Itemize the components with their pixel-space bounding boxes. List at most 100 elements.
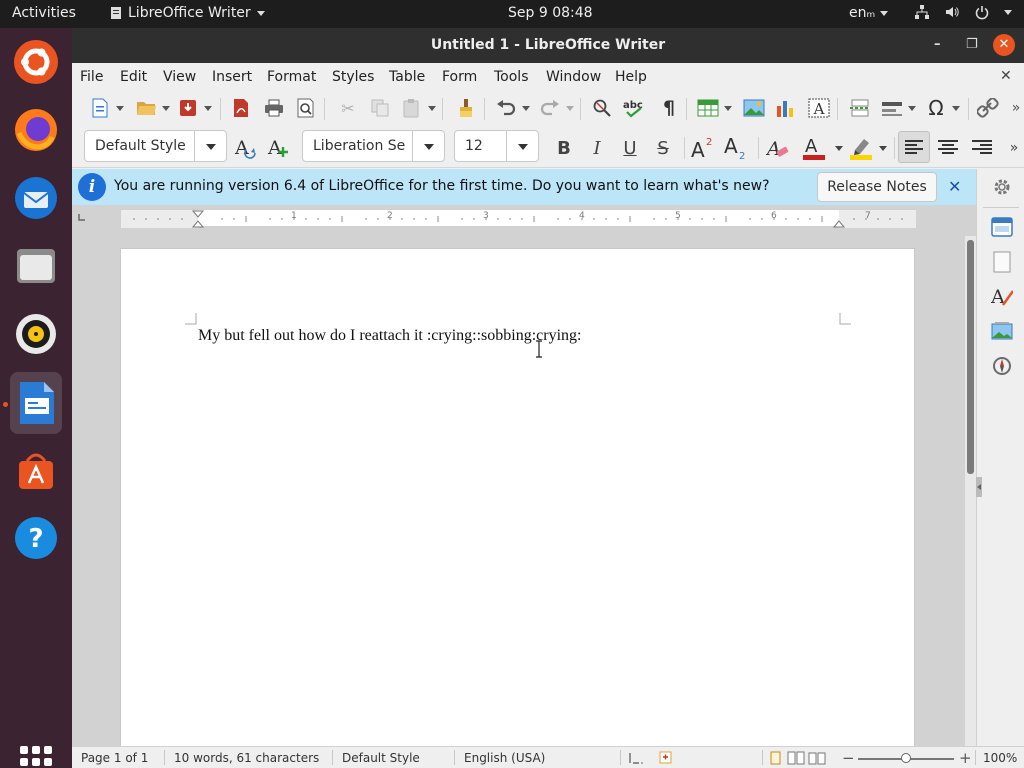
- open-folder-icon[interactable]: [134, 97, 170, 119]
- chevron-down-icon[interactable]: [879, 146, 887, 151]
- spelling-icon[interactable]: abc: [623, 97, 647, 119]
- sidebar-settings-icon[interactable]: [991, 176, 1013, 198]
- clone-formatting-icon[interactable]: [454, 97, 478, 119]
- keyboard-layout-indicator[interactable]: enₘ: [849, 5, 888, 21]
- redo-icon[interactable]: [538, 97, 574, 119]
- chevron-down-icon[interactable]: [412, 131, 444, 161]
- zoom-out-icon[interactable]: −: [842, 749, 855, 767]
- zoom-level[interactable]: 100%: [983, 751, 1017, 765]
- book-view-icon[interactable]: [808, 751, 826, 765]
- chevron-down-icon[interactable]: [194, 131, 226, 161]
- insert-mode-icon[interactable]: [628, 751, 646, 765]
- more-options-icon[interactable]: »: [1002, 136, 1024, 160]
- insert-field-icon[interactable]: [880, 97, 916, 119]
- menu-help[interactable]: Help: [615, 69, 647, 85]
- cut-icon[interactable]: ✂: [336, 97, 360, 119]
- italic-icon[interactable]: I: [585, 136, 609, 160]
- document-page[interactable]: My but fell out how do I reattach it :cr…: [120, 248, 915, 768]
- underline-icon[interactable]: U: [618, 136, 642, 160]
- save-icon[interactable]: [176, 97, 212, 119]
- undo-icon[interactable]: [494, 97, 530, 119]
- files-icon[interactable]: [10, 240, 62, 292]
- align-left-button[interactable]: [898, 131, 930, 163]
- zoom-in-icon[interactable]: +: [959, 749, 972, 767]
- more-options-icon[interactable]: »: [1004, 97, 1024, 119]
- font-color-icon[interactable]: A: [802, 136, 826, 160]
- align-center-icon[interactable]: [936, 136, 960, 160]
- highlight-color-icon[interactable]: [849, 136, 873, 160]
- new-style-icon[interactable]: A: [266, 136, 290, 160]
- scrollbar-thumb[interactable]: [967, 240, 974, 474]
- menu-view[interactable]: View: [163, 69, 196, 85]
- zoom-slider-knob[interactable]: [901, 753, 911, 763]
- multi-page-view-icon[interactable]: [787, 751, 805, 765]
- strikethrough-icon[interactable]: S: [651, 136, 675, 160]
- show-applications-icon[interactable]: [20, 746, 52, 768]
- page-count[interactable]: Page 1 of 1: [81, 751, 148, 765]
- release-notes-button[interactable]: Release Notes: [817, 172, 937, 202]
- bold-icon[interactable]: B: [552, 136, 576, 160]
- navigator-icon[interactable]: [991, 355, 1013, 377]
- thunderbird-icon[interactable]: [10, 172, 62, 224]
- menu-tools[interactable]: Tools: [494, 69, 529, 85]
- writer-icon[interactable]: [10, 372, 62, 434]
- export-pdf-icon[interactable]: [229, 97, 253, 119]
- single-page-view-icon[interactable]: [769, 751, 783, 765]
- insert-table-icon[interactable]: [696, 97, 732, 119]
- help-icon[interactable]: ?: [10, 512, 62, 564]
- properties-icon[interactable]: [991, 216, 1013, 238]
- align-right-icon[interactable]: [970, 136, 994, 160]
- app-menu[interactable]: LibreOffice Writer: [110, 5, 265, 21]
- vertical-scrollbar[interactable]: [965, 236, 976, 746]
- firefox-icon[interactable]: [10, 104, 62, 156]
- horizontal-ruler[interactable]: 1 2 3 4 5 6 7: [120, 209, 916, 228]
- software-center-icon[interactable]: [10, 444, 62, 496]
- chevron-down-icon[interactable]: [835, 146, 843, 151]
- rhythmbox-icon[interactable]: [10, 308, 62, 360]
- new-document-icon[interactable]: [88, 97, 124, 119]
- ubuntu-logo-icon[interactable]: [10, 36, 62, 88]
- font-size-combo[interactable]: 12: [454, 130, 539, 162]
- page-icon[interactable]: [991, 251, 1013, 273]
- paste-icon[interactable]: [400, 97, 436, 119]
- superscript-icon[interactable]: A2: [691, 136, 715, 160]
- menu-styles[interactable]: Styles: [332, 69, 374, 85]
- menu-form[interactable]: Form: [442, 69, 477, 85]
- copy-icon[interactable]: [368, 97, 392, 119]
- styles-icon[interactable]: A: [991, 285, 1013, 307]
- clock[interactable]: Sep 9 08:48: [508, 5, 593, 21]
- gallery-icon[interactable]: [991, 320, 1013, 342]
- system-tray[interactable]: [914, 4, 1012, 20]
- update-style-icon[interactable]: A: [233, 136, 257, 160]
- insert-page-break-icon[interactable]: [848, 97, 872, 119]
- menu-window[interactable]: Window: [546, 69, 601, 85]
- insert-special-character-icon[interactable]: Ω: [924, 96, 960, 120]
- insert-image-icon[interactable]: [742, 97, 766, 119]
- page-style[interactable]: Default Style: [342, 751, 420, 765]
- menu-file[interactable]: File: [80, 69, 103, 85]
- menu-format[interactable]: Format: [267, 69, 316, 85]
- font-name-combo[interactable]: Liberation Se: [302, 130, 445, 162]
- close-infobar-icon[interactable]: ✕: [948, 177, 961, 196]
- activities-button[interactable]: Activities: [12, 5, 76, 21]
- print-icon[interactable]: [262, 97, 286, 119]
- document-text[interactable]: My but fell out how do I reattach it :cr…: [198, 327, 581, 345]
- maximize-button[interactable]: ❐: [966, 37, 978, 52]
- find-replace-icon[interactable]: [590, 97, 614, 119]
- insert-text-box-icon[interactable]: A: [807, 97, 831, 119]
- chevron-down-icon[interactable]: [506, 131, 538, 161]
- insert-chart-icon[interactable]: [774, 97, 798, 119]
- minimize-button[interactable]: –: [934, 37, 941, 52]
- paragraph-style-combo[interactable]: Default Style: [84, 130, 227, 162]
- menu-table[interactable]: Table: [389, 69, 425, 85]
- clear-formatting-icon[interactable]: A: [766, 136, 790, 160]
- tab-stop-selector-icon[interactable]: [76, 211, 88, 223]
- menu-edit[interactable]: Edit: [120, 69, 147, 85]
- insert-hyperlink-icon[interactable]: [976, 97, 1000, 119]
- document-modified-icon[interactable]: [659, 751, 673, 765]
- text-language[interactable]: English (USA): [464, 751, 545, 765]
- menu-insert[interactable]: Insert: [212, 69, 252, 85]
- word-count[interactable]: 10 words, 61 characters: [174, 751, 319, 765]
- sidebar-collapse-handle[interactable]: [976, 477, 982, 497]
- subscript-icon[interactable]: A2: [724, 136, 748, 160]
